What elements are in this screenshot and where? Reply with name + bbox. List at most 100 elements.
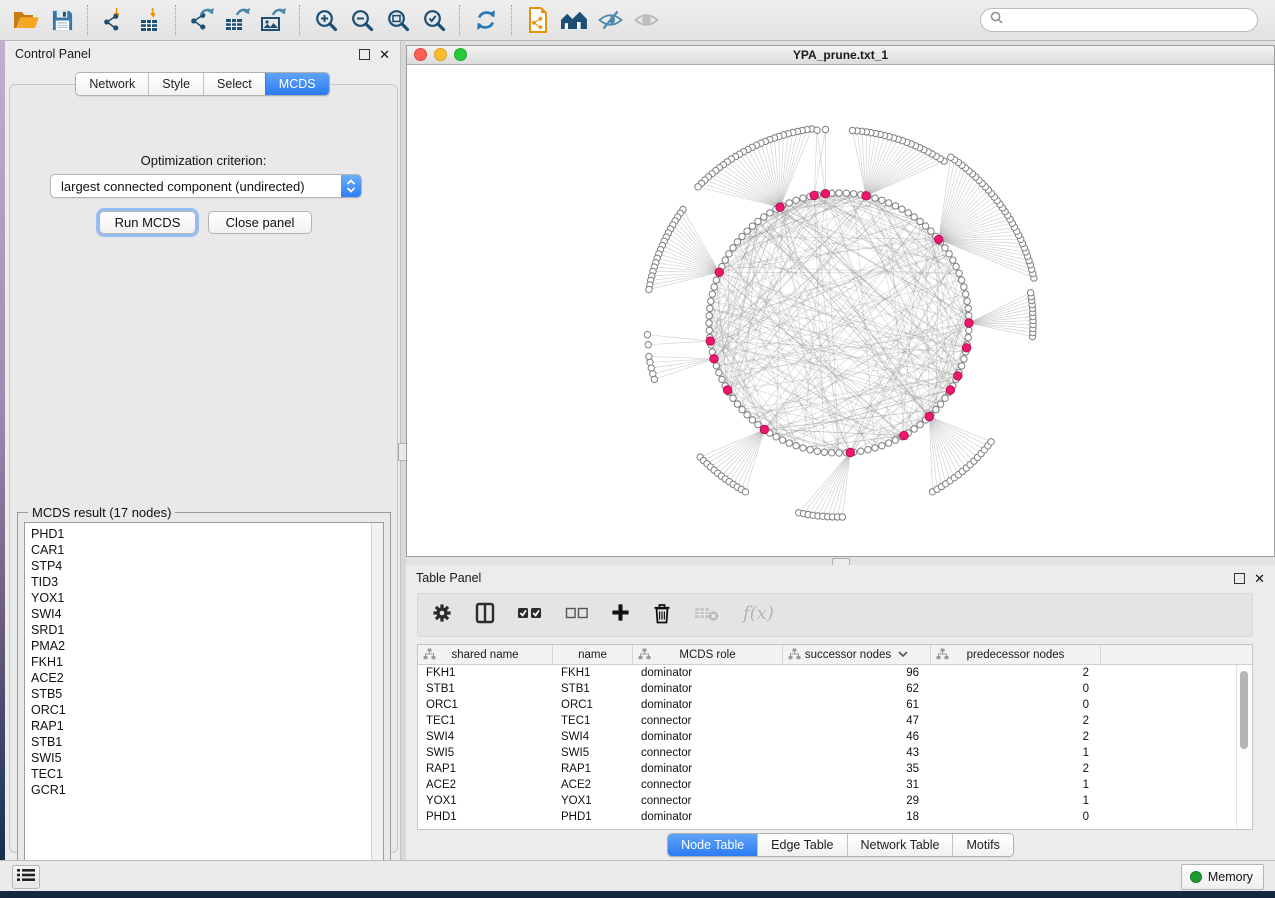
cell-name[interactable]: STB1 [553, 683, 633, 695]
zoom-in-button[interactable] [308, 3, 344, 37]
hide-graphics-button[interactable] [592, 3, 628, 37]
close-panel-button[interactable]: Close panel [208, 211, 312, 234]
cell-predecessor-nodes[interactable]: 1 [931, 795, 1101, 807]
cell-name[interactable]: ORC1 [553, 699, 633, 711]
cell-name[interactable]: SWI4 [553, 731, 633, 743]
cell-shared-name[interactable]: PHD1 [418, 811, 553, 823]
open-folder-button[interactable] [8, 3, 44, 37]
tab-motifs[interactable]: Motifs [952, 834, 1012, 856]
tab-network[interactable]: Network [76, 73, 148, 95]
select-all-button[interactable] [517, 604, 543, 627]
table-row[interactable]: SWI4SWI4dominator462 [418, 729, 1252, 745]
add-column-button[interactable] [611, 603, 630, 627]
cell-MCDS-role[interactable]: dominator [633, 683, 783, 695]
cell-predecessor-nodes[interactable]: 1 [931, 779, 1101, 791]
scrollbar-thumb[interactable] [1240, 671, 1248, 749]
network-canvas[interactable] [407, 64, 1274, 556]
cell-predecessor-nodes[interactable]: 1 [931, 747, 1101, 759]
cell-shared-name[interactable]: FKH1 [418, 667, 553, 679]
cell-MCDS-role[interactable]: dominator [633, 667, 783, 679]
cell-MCDS-role[interactable]: dominator [633, 763, 783, 775]
mcds-result-item[interactable]: FKH1 [31, 654, 371, 670]
cell-MCDS-role[interactable]: dominator [633, 699, 783, 711]
import-table-button[interactable] [132, 3, 168, 37]
status-menu-button[interactable] [12, 865, 40, 889]
cell-name[interactable]: SWI5 [553, 747, 633, 759]
tab-mcds[interactable]: MCDS [265, 73, 329, 95]
cell-predecessor-nodes[interactable]: 2 [931, 763, 1101, 775]
cell-name[interactable]: YOX1 [553, 795, 633, 807]
cell-predecessor-nodes[interactable]: 0 [931, 699, 1101, 711]
mcds-result-item[interactable]: GCR1 [31, 782, 371, 798]
cell-shared-name[interactable]: ORC1 [418, 699, 553, 711]
mcds-result-item[interactable]: YOX1 [31, 590, 371, 606]
minimize-window-button[interactable] [434, 48, 447, 61]
cell-successor-nodes[interactable]: 61 [783, 699, 931, 711]
tab-style[interactable]: Style [148, 73, 203, 95]
cell-successor-nodes[interactable]: 35 [783, 763, 931, 775]
save-button[interactable] [44, 3, 80, 37]
column-header-predecessor-nodes[interactable]: predecessor nodes [931, 645, 1101, 664]
cell-name[interactable]: TEC1 [553, 715, 633, 727]
cell-MCDS-role[interactable]: connector [633, 779, 783, 791]
export-image-button[interactable] [256, 3, 292, 37]
table-row[interactable]: PHD1PHD1dominator180 [418, 809, 1252, 825]
close-panel-icon[interactable]: ✕ [379, 50, 390, 59]
mcds-result-item[interactable]: RAP1 [31, 718, 371, 734]
cell-successor-nodes[interactable]: 46 [783, 731, 931, 743]
table-row[interactable]: STB1STB1dominator620 [418, 681, 1252, 697]
search-field[interactable] [980, 8, 1258, 32]
cell-shared-name[interactable]: YOX1 [418, 795, 553, 807]
horizontal-splitter[interactable] [406, 557, 1275, 565]
cell-shared-name[interactable]: TEC1 [418, 715, 553, 727]
cell-name[interactable]: ACE2 [553, 779, 633, 791]
mcds-result-item[interactable]: TEC1 [31, 766, 371, 782]
table-row[interactable]: TEC1TEC1connector472 [418, 713, 1252, 729]
maximize-window-button[interactable] [454, 48, 467, 61]
tab-network-table[interactable]: Network Table [847, 834, 953, 856]
trash-button[interactable] [652, 602, 672, 629]
cell-predecessor-nodes[interactable]: 0 [931, 683, 1101, 695]
cell-successor-nodes[interactable]: 96 [783, 667, 931, 679]
cell-successor-nodes[interactable]: 31 [783, 779, 931, 791]
column-header-MCDS-role[interactable]: MCDS role [633, 645, 783, 664]
cell-shared-name[interactable]: RAP1 [418, 763, 553, 775]
column-view-button[interactable] [475, 602, 495, 629]
close-panel-icon[interactable]: ✕ [1254, 574, 1265, 583]
table-row[interactable]: ORC1ORC1dominator610 [418, 697, 1252, 713]
cell-MCDS-role[interactable]: dominator [633, 811, 783, 823]
gene-ontology-button[interactable] [556, 3, 592, 37]
mcds-result-item[interactable]: ACE2 [31, 670, 371, 686]
cell-successor-nodes[interactable]: 43 [783, 747, 931, 759]
export-table-button[interactable] [220, 3, 256, 37]
float-panel-icon[interactable] [1234, 573, 1245, 584]
tab-node-table[interactable]: Node Table [668, 834, 757, 856]
cell-predecessor-nodes[interactable]: 0 [931, 811, 1101, 823]
search-input[interactable] [1008, 12, 1242, 28]
mcds-result-item[interactable]: STB1 [31, 734, 371, 750]
table-row[interactable]: YOX1YOX1connector291 [418, 793, 1252, 809]
column-header-name[interactable]: name [553, 645, 633, 664]
deselect-all-button[interactable] [565, 604, 589, 627]
close-window-button[interactable] [414, 48, 427, 61]
export-network-button[interactable] [184, 3, 220, 37]
table-scrollbar[interactable] [1236, 665, 1251, 828]
column-header-shared-name[interactable]: shared name [418, 645, 553, 664]
cell-name[interactable]: PHD1 [553, 811, 633, 823]
cell-shared-name[interactable]: ACE2 [418, 779, 553, 791]
run-mcds-button[interactable]: Run MCDS [99, 211, 196, 234]
zoom-fit-button[interactable] [380, 3, 416, 37]
memory-button[interactable]: Memory [1181, 864, 1264, 890]
mcds-result-item[interactable]: TID3 [31, 574, 371, 590]
column-header-successor-nodes[interactable]: successor nodes [783, 645, 931, 664]
cell-successor-nodes[interactable]: 47 [783, 715, 931, 727]
cell-predecessor-nodes[interactable]: 2 [931, 667, 1101, 679]
cell-shared-name[interactable]: SWI4 [418, 731, 553, 743]
float-panel-icon[interactable] [359, 49, 370, 60]
mcds-result-item[interactable]: CAR1 [31, 542, 371, 558]
mcds-result-item[interactable]: STP4 [31, 558, 371, 574]
cell-predecessor-nodes[interactable]: 2 [931, 715, 1101, 727]
gear-button[interactable] [431, 602, 453, 629]
zoom-selected-button[interactable] [416, 3, 452, 37]
table-row[interactable]: ACE2ACE2connector311 [418, 777, 1252, 793]
